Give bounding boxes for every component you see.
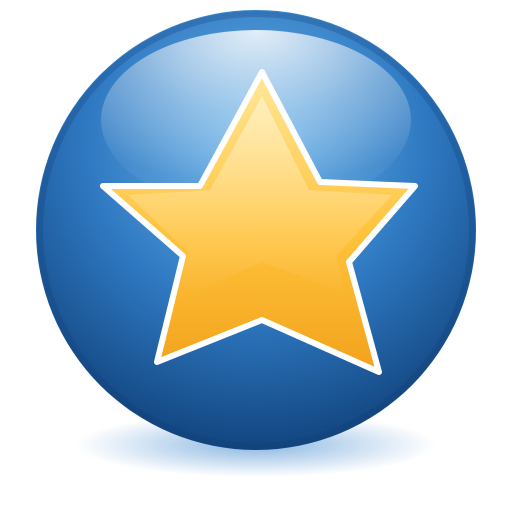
favorite-icon bbox=[0, 0, 512, 512]
star-orb-icon bbox=[36, 10, 476, 477]
